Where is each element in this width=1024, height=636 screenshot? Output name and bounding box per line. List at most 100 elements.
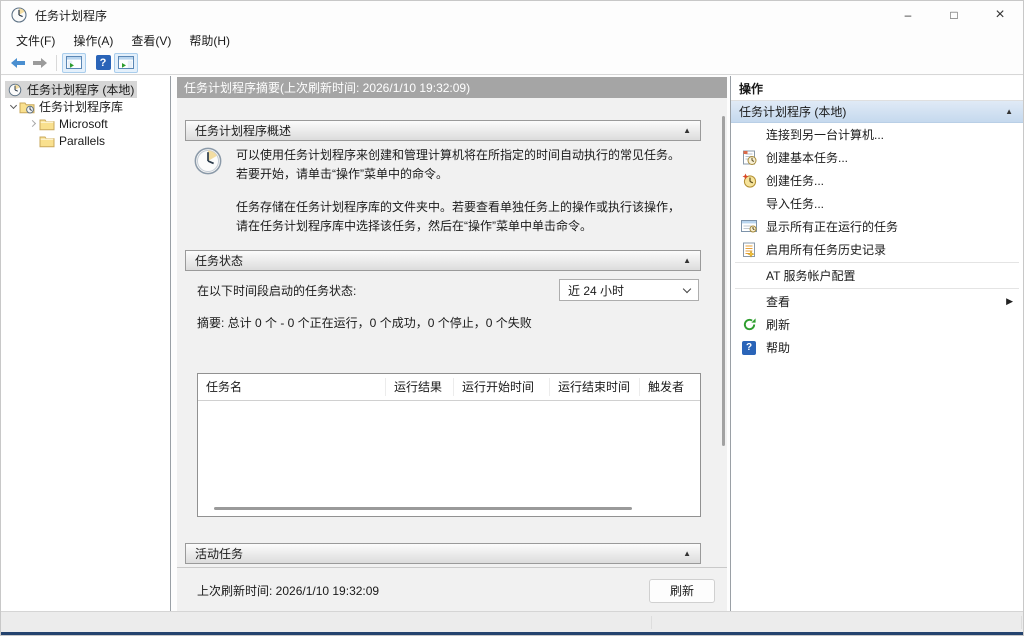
- actions-separator: [735, 288, 1019, 289]
- collapse-icon[interactable]: ▲: [683, 256, 691, 265]
- action-connect-remote[interactable]: 连接到另一台计算机...: [731, 123, 1023, 146]
- action-label: 连接到另一台计算机...: [766, 126, 884, 143]
- overview-section-header[interactable]: 任务计划程序概述 ▲: [185, 120, 701, 141]
- column-header-run-result[interactable]: 运行结果: [386, 378, 454, 396]
- center-vertical-scrollbar[interactable]: [722, 116, 725, 446]
- clock-icon: [7, 83, 23, 97]
- last-refresh-text: 上次刷新时间: 2026/1/10 19:32:09: [197, 582, 379, 599]
- center-footer: 上次刷新时间: 2026/1/10 19:32:09 刷新: [177, 567, 727, 613]
- tree-item-microsoft[interactable]: Microsoft: [1, 115, 170, 132]
- active-tasks-section-header[interactable]: 活动任务 ▲: [185, 543, 701, 564]
- tree-item-label: 任务计划程序 (本地): [27, 81, 134, 98]
- back-button[interactable]: [7, 53, 29, 73]
- blank-icon: [741, 196, 757, 212]
- blank-icon: [741, 268, 757, 284]
- column-header-task-name[interactable]: 任务名: [198, 378, 386, 396]
- strip-divider: [1021, 616, 1022, 629]
- action-label: 帮助: [766, 339, 790, 356]
- menu-view[interactable]: 查看(V): [122, 30, 180, 51]
- action-at-service-account[interactable]: AT 服务帐户配置: [731, 264, 1023, 287]
- overview-text: 可以使用任务计划程序来创建和管理计算机将在所指定的时间自动执行的常见任务。若要开…: [236, 146, 687, 250]
- forward-button[interactable]: [29, 53, 51, 73]
- table-horizontal-scrollbar[interactable]: [214, 507, 632, 510]
- action-create-task[interactable]: 创建任务...: [731, 169, 1023, 192]
- column-header-run-start[interactable]: 运行开始时间: [454, 378, 550, 396]
- action-show-running-tasks[interactable]: 显示所有正在运行的任务: [731, 215, 1023, 238]
- show-action-pane-button[interactable]: [114, 53, 138, 73]
- task-scheduler-window: 任务计划程序 – □ × 文件(F) 操作(A) 查看(V) 帮助(H): [0, 0, 1024, 636]
- action-label: 查看: [766, 293, 790, 310]
- chevron-collapsed-icon[interactable]: [27, 118, 39, 130]
- status-summary-text: 摘要: 总计 0 个 - 0 个正在运行，0 个成功，0 个停止，0 个失败: [197, 314, 532, 331]
- menu-file[interactable]: 文件(F): [7, 30, 64, 51]
- status-period-label: 在以下时间段启动的任务状态:: [197, 282, 356, 299]
- overview-paragraph-2: 任务存储在任务计划程序库的文件夹中。若要查看单独任务上的操作或执行该操作，请在任…: [236, 198, 687, 236]
- back-arrow-icon: [10, 57, 26, 69]
- help-button[interactable]: ?: [92, 53, 114, 73]
- actions-panel-title: 操作: [731, 76, 1023, 101]
- refresh-button[interactable]: 刷新: [649, 579, 715, 603]
- task-status-table: 任务名 运行结果 运行开始时间 运行结束时间 触发者: [197, 373, 701, 517]
- chevron-down-icon: [683, 284, 691, 292]
- menu-action[interactable]: 操作(A): [64, 30, 122, 51]
- collapse-icon[interactable]: ▲: [1005, 107, 1013, 116]
- tree-item-label: Microsoft: [59, 117, 108, 131]
- actions-group-title: 任务计划程序 (本地): [739, 103, 846, 120]
- active-tasks-section-title: 活动任务: [195, 545, 243, 562]
- action-label: 显示所有正在运行的任务: [766, 218, 898, 235]
- actions-group-header[interactable]: 任务计划程序 (本地) ▲: [731, 101, 1023, 123]
- create-task-icon: [741, 173, 757, 189]
- blank-icon: [741, 127, 757, 143]
- summary-header-bar: 任务计划程序摘要(上次刷新时间: 2026/1/10 19:32:09): [177, 77, 727, 98]
- action-pane-icon: [118, 56, 134, 69]
- tree-item-root[interactable]: 任务计划程序 (本地): [1, 81, 170, 98]
- column-header-triggered-by[interactable]: 触发者: [640, 378, 700, 396]
- help-icon: ?: [96, 55, 111, 70]
- action-enable-history[interactable]: 启用所有任务历史记录: [731, 238, 1023, 261]
- show-console-tree-button[interactable]: [62, 53, 86, 73]
- chevron-expanded-icon[interactable]: [7, 101, 19, 113]
- table-header-row: 任务名 运行结果 运行开始时间 运行结束时间 触发者: [198, 374, 700, 401]
- menu-help[interactable]: 帮助(H): [180, 30, 239, 51]
- actions-panel: 操作 任务计划程序 (本地) ▲ 连接到另一台计算机... 创建基本任务...: [730, 76, 1023, 611]
- minimize-button[interactable]: –: [885, 1, 931, 29]
- action-refresh[interactable]: 刷新: [731, 313, 1023, 336]
- action-import-task[interactable]: 导入任务...: [731, 192, 1023, 215]
- status-strip: [1, 611, 1023, 635]
- close-button[interactable]: ×: [977, 1, 1023, 29]
- summary-content: 任务计划程序概述 ▲ 可以使用任务计划程序来创建和管理计算机将在所指定的时间自动…: [177, 98, 727, 567]
- overview-body: 可以使用任务计划程序来创建和管理计算机将在所指定的时间自动执行的常见任务。若要开…: [193, 146, 687, 250]
- period-dropdown[interactable]: 近 24 小时: [559, 279, 699, 301]
- folder-icon: [39, 117, 55, 131]
- task-status-section-header[interactable]: 任务状态 ▲: [185, 250, 701, 271]
- action-create-basic-task[interactable]: 创建基本任务...: [731, 146, 1023, 169]
- toolbar-separator: [56, 55, 57, 71]
- tree-item-parallels[interactable]: Parallels: [1, 132, 170, 149]
- column-header-run-end[interactable]: 运行结束时间: [550, 378, 640, 396]
- tree-item-label: 任务计划程序库: [39, 98, 123, 115]
- period-dropdown-value: 近 24 小时: [568, 282, 624, 299]
- menu-bar: 文件(F) 操作(A) 查看(V) 帮助(H): [1, 29, 1023, 51]
- action-label: 创建任务...: [766, 172, 824, 189]
- create-basic-task-icon: [741, 150, 757, 166]
- folder-icon: [39, 134, 55, 148]
- overview-paragraph-1: 可以使用任务计划程序来创建和管理计算机将在所指定的时间自动执行的常见任务。若要开…: [236, 146, 687, 184]
- status-period-row: 在以下时间段启动的任务状态: 近 24 小时: [197, 279, 699, 301]
- action-label: 创建基本任务...: [766, 149, 848, 166]
- task-scheduler-clock-icon: [11, 7, 27, 23]
- action-label: 刷新: [766, 316, 790, 333]
- tree-item-library[interactable]: 任务计划程序库: [1, 98, 170, 115]
- tree-item-label: Parallels: [59, 134, 105, 148]
- action-label: AT 服务帐户配置: [766, 267, 856, 284]
- window-bottom-edge: [1, 632, 1023, 635]
- tree-selection-highlight: 任务计划程序 (本地): [5, 81, 137, 98]
- collapse-icon[interactable]: ▲: [683, 549, 691, 558]
- collapse-icon[interactable]: ▲: [683, 126, 691, 135]
- refresh-button-label: 刷新: [670, 582, 694, 599]
- action-view[interactable]: 查看 ▶: [731, 290, 1023, 313]
- overview-section-title: 任务计划程序概述: [195, 122, 291, 139]
- action-help[interactable]: ? 帮助: [731, 336, 1023, 359]
- help-icon: ?: [741, 340, 757, 356]
- maximize-button[interactable]: □: [931, 1, 977, 29]
- console-tree-panel: 任务计划程序 (本地) 任务计划程序库 Microsoft: [1, 76, 171, 611]
